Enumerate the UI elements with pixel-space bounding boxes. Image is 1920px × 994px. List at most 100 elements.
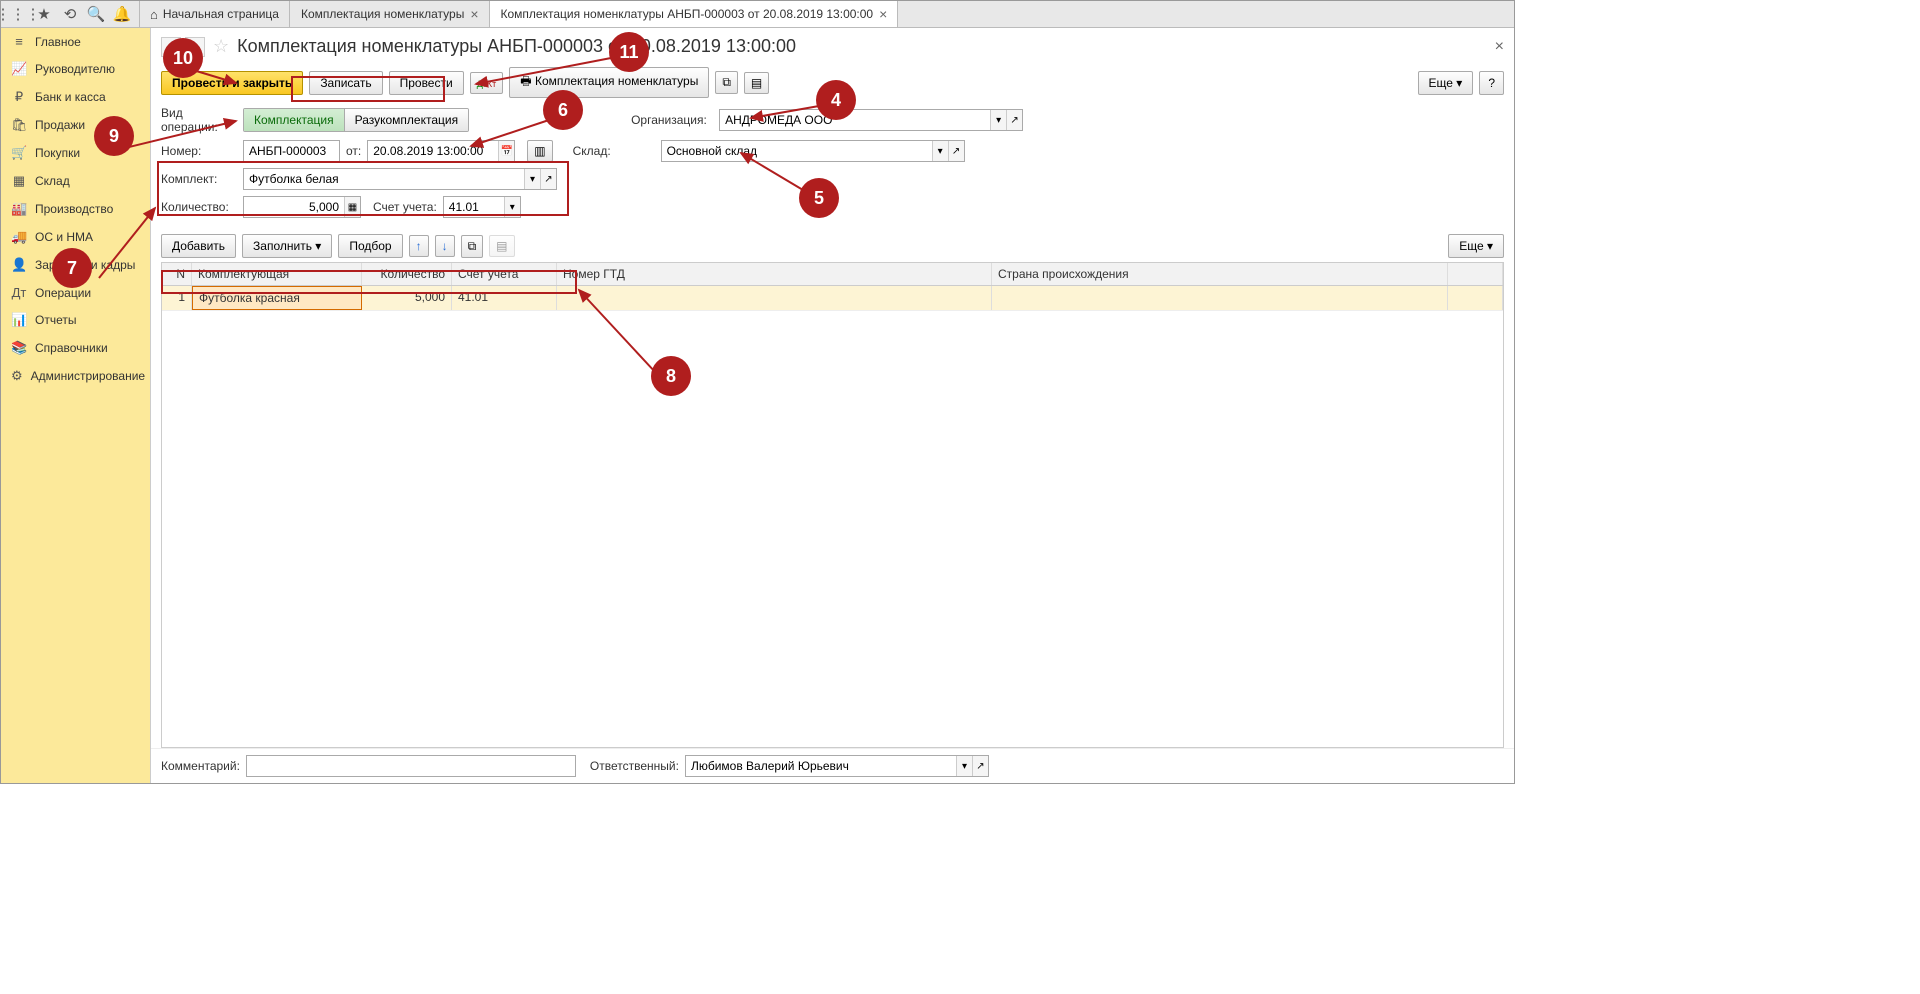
tab-document[interactable]: Комплектация номенклатуры АНБП-000003 от… bbox=[490, 1, 899, 27]
copy-icon[interactable]: ⧉ bbox=[461, 235, 484, 258]
tab-close-icon[interactable]: × bbox=[879, 6, 887, 22]
date-input[interactable] bbox=[368, 141, 498, 161]
sidebar-item-label: Покупки bbox=[35, 146, 80, 160]
close-icon[interactable]: × bbox=[1495, 38, 1504, 56]
toggle-dekitting[interactable]: Разукомплектация bbox=[345, 109, 469, 131]
kit-label: Комплект: bbox=[161, 172, 237, 186]
dropdown-icon[interactable]: ▾ bbox=[524, 169, 540, 189]
dropdown-icon[interactable]: ▾ bbox=[956, 756, 972, 776]
print-button[interactable]: 🖶 Комплектация номенклатуры bbox=[509, 67, 709, 98]
sidebar-item-production[interactable]: 🏭 Производство bbox=[1, 195, 150, 223]
paste-icon[interactable]: ▤ bbox=[489, 235, 514, 257]
cell-country[interactable] bbox=[992, 286, 1448, 310]
history-icon[interactable]: ⟲ bbox=[57, 1, 83, 27]
cell-quantity[interactable]: 5,000 bbox=[362, 286, 452, 310]
bag-icon: 🛍 bbox=[11, 117, 27, 133]
responsible-input[interactable] bbox=[686, 756, 956, 776]
cell-account[interactable]: 41.01 bbox=[452, 286, 557, 310]
kit-input[interactable] bbox=[244, 169, 524, 189]
dropdown-icon[interactable]: ▾ bbox=[990, 110, 1006, 130]
sidebar-item-label: Банк и касса bbox=[35, 90, 106, 104]
sidebar-item-label: Администрирование bbox=[31, 369, 145, 383]
dtkt-icon[interactable]: ДтКт bbox=[470, 72, 504, 94]
printer-icon: 🖶 bbox=[520, 74, 535, 88]
bell-icon[interactable]: 🔔 bbox=[109, 1, 135, 27]
sidebar-item-label: Производство bbox=[35, 202, 113, 216]
menu-icon: ≡ bbox=[11, 34, 27, 49]
cell-component[interactable]: Футболка красная bbox=[192, 286, 362, 310]
star-icon[interactable]: ★ bbox=[31, 1, 57, 27]
open-icon[interactable]: ↗ bbox=[1006, 110, 1022, 130]
sidebar-item-assets[interactable]: 🚚ОС и НМА bbox=[1, 223, 150, 251]
col-component[interactable]: Комплектующая bbox=[192, 263, 362, 285]
write-button[interactable]: Записать bbox=[309, 71, 382, 95]
sidebar-item-label: Справочники bbox=[35, 341, 108, 355]
sidebar-item-catalogs[interactable]: 📚Справочники bbox=[1, 334, 150, 362]
sidebar-item-main[interactable]: ≡Главное bbox=[1, 28, 150, 55]
warehouse-icon[interactable]: ▥ bbox=[527, 140, 552, 162]
quantity-input[interactable] bbox=[244, 197, 344, 217]
cell-n: 1 bbox=[162, 286, 192, 310]
person-icon: 👤 bbox=[11, 257, 27, 273]
search-icon[interactable]: 🔍 bbox=[83, 1, 109, 27]
open-icon[interactable]: ↗ bbox=[972, 756, 988, 776]
dropdown-icon[interactable]: ▾ bbox=[504, 197, 520, 217]
comment-label: Комментарий: bbox=[161, 759, 240, 773]
sidebar-item-reports[interactable]: 📊Отчеты bbox=[1, 306, 150, 334]
table-row[interactable]: 1 Футболка красная 5,000 41.01 bbox=[162, 286, 1503, 311]
account-label: Счет учета: bbox=[373, 200, 437, 214]
tab-list[interactable]: Комплектация номенклатуры × bbox=[290, 1, 490, 27]
number-input[interactable] bbox=[244, 141, 339, 161]
sidebar-item-manager[interactable]: 📈Руководителю bbox=[1, 55, 150, 83]
sidebar-item-hr[interactable]: 👤 Зарплата и кадры bbox=[1, 251, 150, 279]
add-row-button[interactable]: Добавить bbox=[161, 234, 236, 258]
organization-input[interactable] bbox=[720, 110, 990, 130]
nav-back-icon[interactable]: ← bbox=[161, 37, 181, 57]
move-up-icon[interactable]: ↑ bbox=[409, 235, 429, 257]
apps-icon[interactable]: ⋮⋮⋮ bbox=[5, 1, 31, 27]
calendar-icon[interactable]: 📅 bbox=[498, 141, 514, 161]
fill-button[interactable]: Заполнить ▾ bbox=[242, 234, 332, 258]
col-account[interactable]: Счет учета bbox=[452, 263, 557, 285]
factory-icon: 🏭 bbox=[11, 201, 27, 217]
bars-icon: 📊 bbox=[11, 312, 27, 328]
move-down-icon[interactable]: ↓ bbox=[435, 235, 455, 257]
gear-icon: ⚙ bbox=[11, 368, 23, 384]
pick-button[interactable]: Подбор bbox=[338, 234, 402, 258]
sidebar-item-operations[interactable]: ДтОперации bbox=[1, 279, 150, 306]
attach-icon[interactable]: ▤ bbox=[744, 72, 769, 94]
open-icon[interactable]: ↗ bbox=[540, 169, 556, 189]
toggle-kitting[interactable]: Комплектация bbox=[244, 109, 345, 131]
tab-close-icon[interactable]: × bbox=[470, 6, 478, 22]
col-gtd[interactable]: Номер ГТД bbox=[557, 263, 992, 285]
col-n[interactable]: N bbox=[162, 263, 192, 285]
post-button[interactable]: Провести bbox=[389, 71, 464, 95]
calculator-icon[interactable]: ▦ bbox=[344, 197, 360, 217]
col-quantity[interactable]: Количество bbox=[362, 263, 452, 285]
col-country[interactable]: Страна происхождения bbox=[992, 263, 1448, 285]
more-button[interactable]: Еще ▾ bbox=[1418, 71, 1474, 95]
sidebar-item-admin[interactable]: ⚙ Администрирование bbox=[1, 362, 150, 390]
favorite-star-icon[interactable]: ☆ bbox=[213, 36, 229, 57]
sidebar-item-warehouse[interactable]: ▦Склад bbox=[1, 167, 150, 195]
sidebar-item-purchases[interactable]: 🛒Покупки bbox=[1, 139, 150, 167]
components-table: N Комплектующая Количество Счет учета Но… bbox=[161, 262, 1504, 748]
related-icon[interactable]: ⧉ bbox=[715, 71, 738, 94]
dropdown-icon[interactable]: ▾ bbox=[932, 141, 948, 161]
open-icon[interactable]: ↗ bbox=[948, 141, 964, 161]
account-input[interactable] bbox=[444, 197, 504, 217]
ruble-icon: ₽ bbox=[11, 89, 27, 105]
nav-forward-icon[interactable]: → bbox=[185, 37, 205, 57]
sidebar-item-label: Зарплата и кадры bbox=[35, 258, 135, 272]
table-more-button[interactable]: Еще ▾ bbox=[1448, 234, 1504, 258]
sidebar-item-label: Руководителю bbox=[35, 62, 115, 76]
tab-home[interactable]: ⌂ Начальная страница bbox=[139, 1, 290, 27]
post-and-close-button[interactable]: Провести и закрыть bbox=[161, 71, 303, 95]
truck-icon: 🚚 bbox=[11, 229, 27, 245]
cell-gtd[interactable] bbox=[557, 286, 992, 310]
sidebar-item-bank[interactable]: ₽ Банк и касса bbox=[1, 83, 150, 111]
warehouse-input[interactable] bbox=[662, 141, 932, 161]
sidebar-item-sales[interactable]: 🛍Продажи bbox=[1, 111, 150, 139]
help-button[interactable]: ? bbox=[1479, 71, 1504, 95]
comment-input[interactable] bbox=[247, 756, 575, 776]
